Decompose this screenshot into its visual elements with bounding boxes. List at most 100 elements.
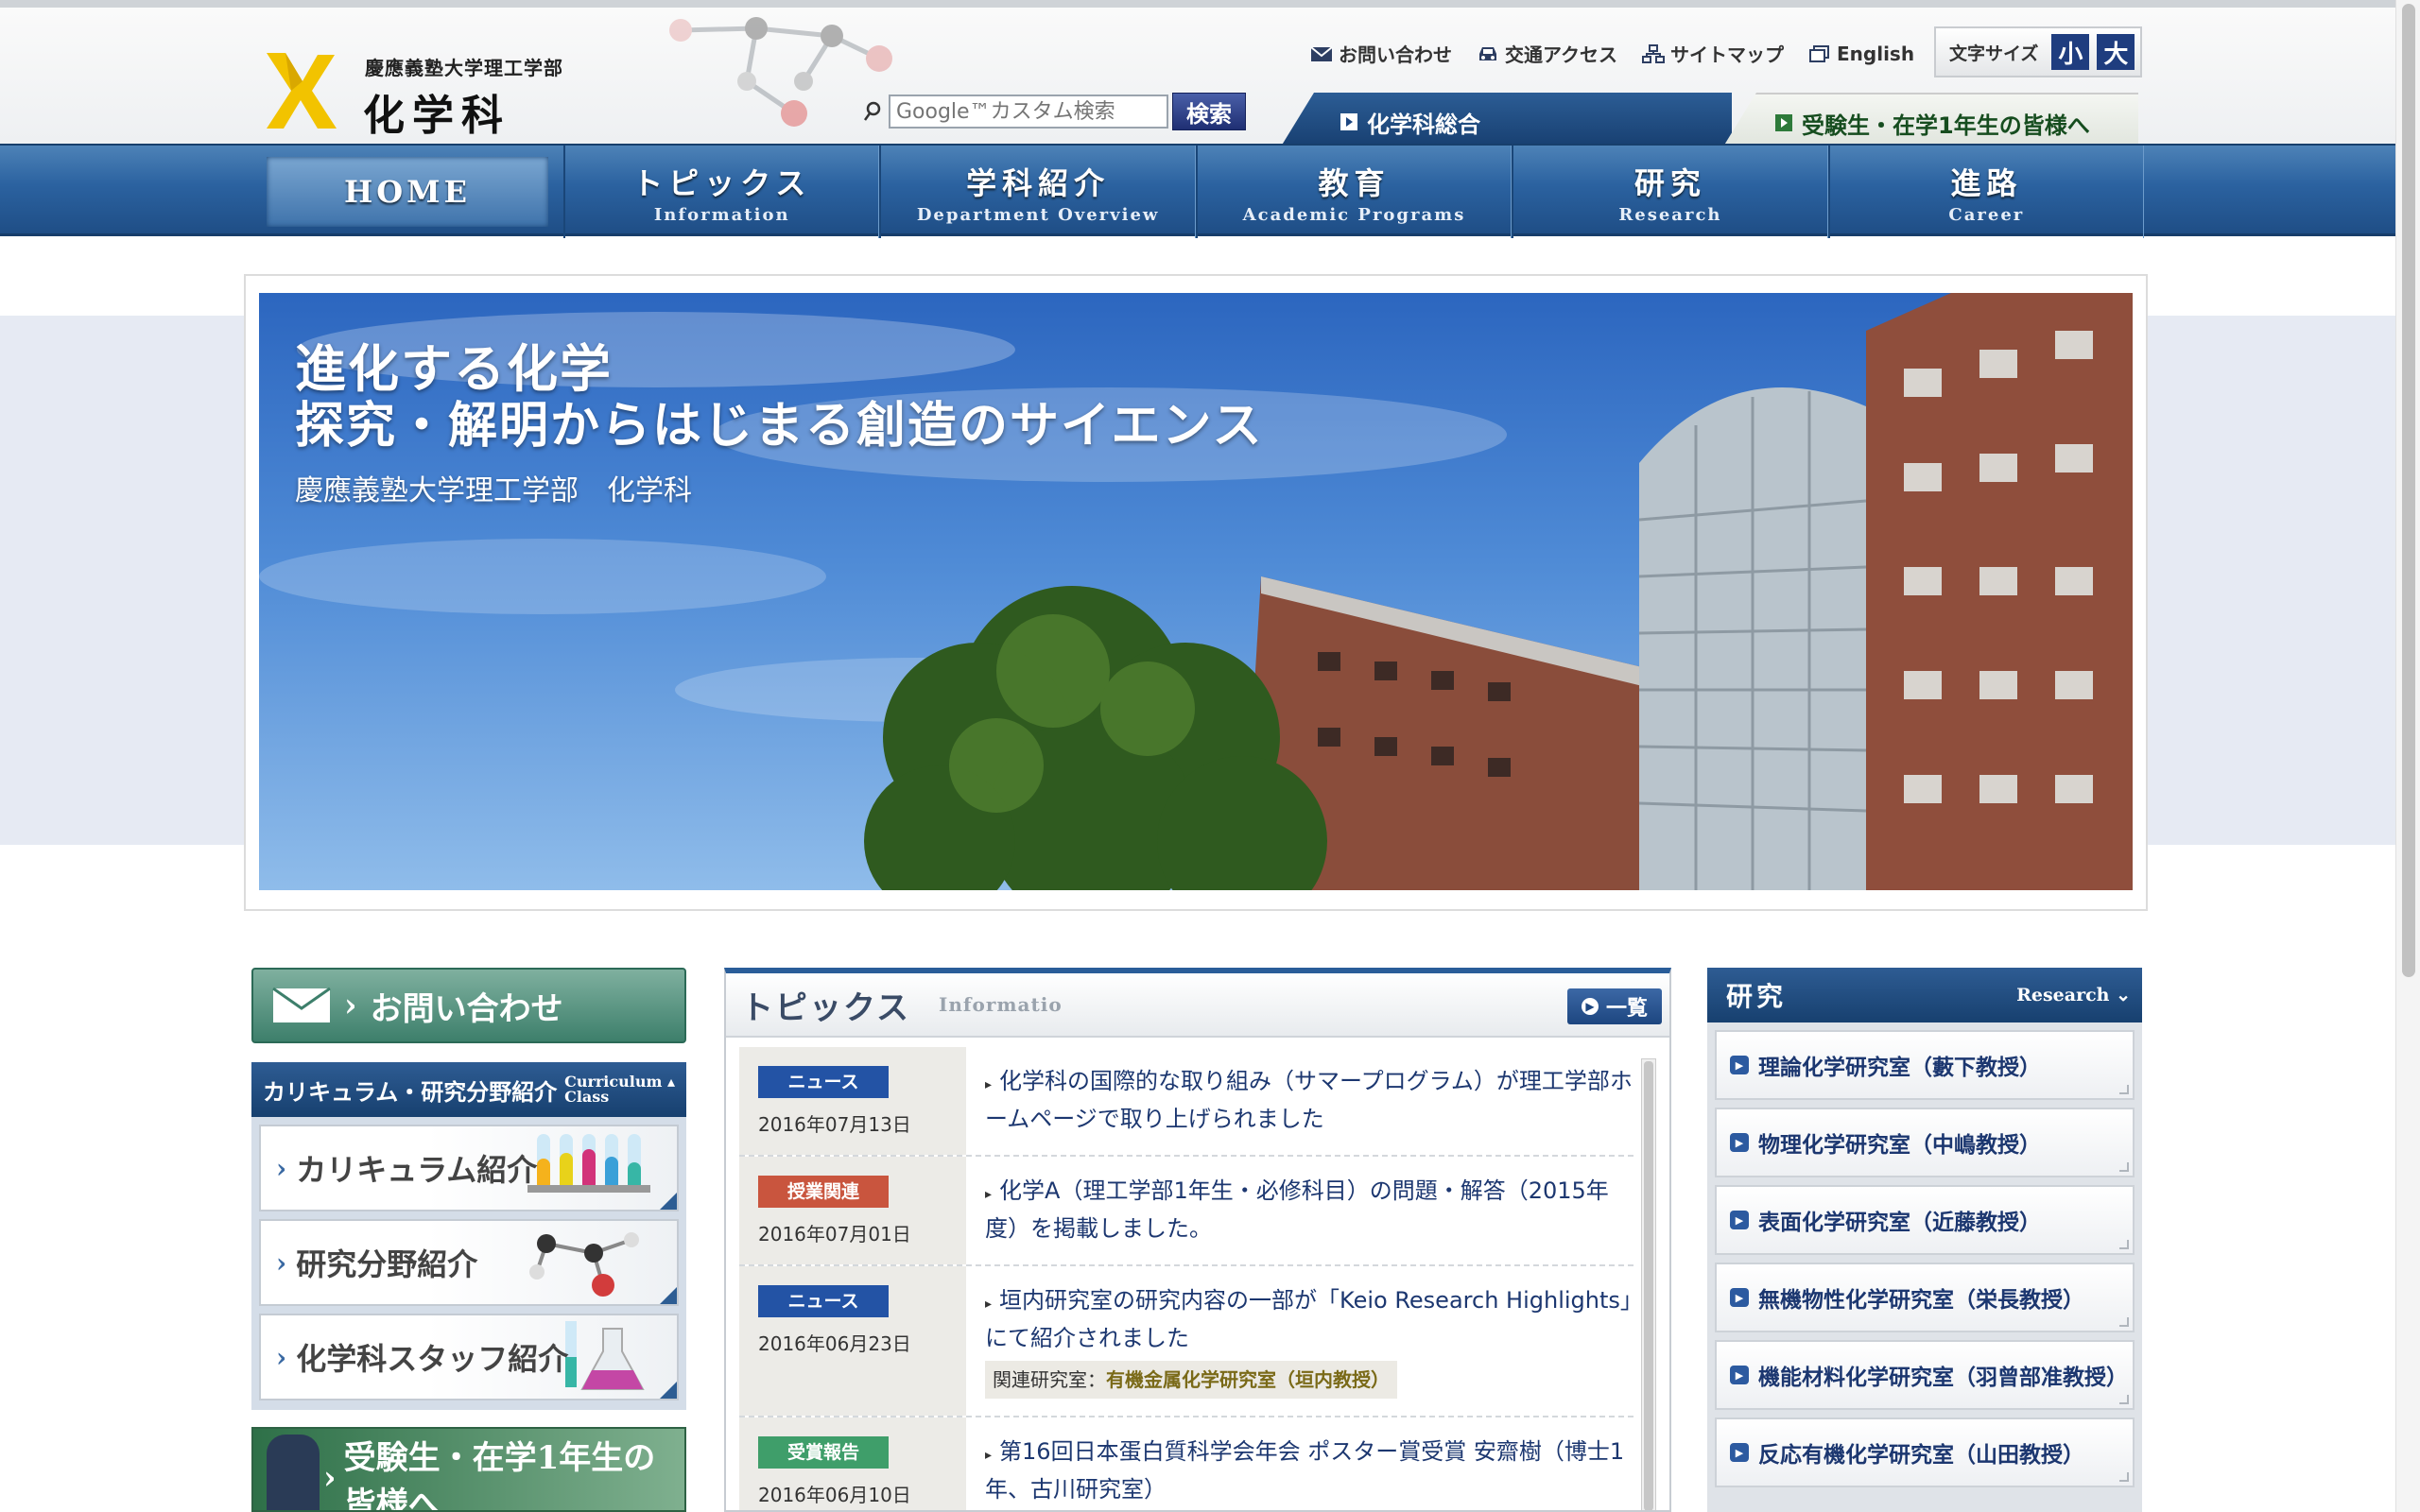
topic-row: ニュース 2016年06月23日 ▸ 垣内研究室の研究内容の一部が「Keio Re… <box>739 1266 1634 1418</box>
arrow-square-icon: ▶ <box>1730 1288 1749 1307</box>
topic-date: 2016年07月13日 <box>758 1113 911 1136</box>
bullet-icon: ▸ <box>985 1077 993 1092</box>
lab-name: 無機物性化学研究室（栄長教授） <box>1758 1288 2084 1313</box>
x-logo-icon <box>267 53 337 129</box>
util-link-label: サイトマップ <box>1670 43 1784 66</box>
nav-education[interactable]: 教育 Academic Programs <box>1195 146 1512 238</box>
util-link-sitemap[interactable]: サイトマップ <box>1642 40 1784 67</box>
lab-link[interactable]: ▶ 理論化学研究室（藪下教授） <box>1715 1030 2135 1100</box>
nav-home[interactable]: HOME <box>267 157 548 227</box>
nav-topics[interactable]: トピックス Information <box>563 146 880 238</box>
arrow-square-icon <box>1775 114 1792 131</box>
curriculum-heading: カリキュラム・研究分野紹介 Curriculum ▴ Class <box>251 1062 686 1117</box>
main-navigation: HOME トピックス Information 学科紹介 Department O… <box>0 144 2420 238</box>
tab-general[interactable]: 化学科総合 <box>1278 93 1732 151</box>
curriculum-item-research-fields[interactable]: › 研究分野紹介 <box>259 1219 679 1306</box>
topics-list: ニュース 2016年07月13日 ▸ 化学科の国際的な取り組み（サマープログラム）… <box>739 1047 1634 1510</box>
curriculum-item-curriculum[interactable]: › カリキュラム紹介 <box>259 1125 679 1211</box>
curriculum-heading-label: カリキュラム・研究分野紹介 <box>263 1077 558 1106</box>
topics-list-button[interactable]: ▶ 一覧 <box>1567 988 1662 1024</box>
sitemap-icon <box>1642 43 1665 63</box>
molecule-model-image <box>529 1232 639 1297</box>
related-lab-link[interactable]: 有機金属化学研究室（垣内教授） <box>1106 1368 1390 1391</box>
prospective-banner-label: 受験生・在学1年生の皆様へ <box>343 1439 656 1512</box>
curriculum-item-label: 化学科スタッフ紹介 <box>296 1341 569 1377</box>
related-lab-label: 関連研究室： <box>993 1368 1106 1391</box>
envelope-icon <box>272 988 331 1022</box>
nav-label: トピックス <box>632 164 812 201</box>
font-size-small-button[interactable]: 小 <box>2051 34 2090 70</box>
lab-link[interactable]: ▶ 無機物性化学研究室（栄長教授） <box>1715 1263 2135 1332</box>
curriculum-item-label: カリキュラム紹介 <box>296 1152 538 1188</box>
util-link-access[interactable]: 交通アクセス <box>1477 40 1617 67</box>
tab-prospective-label: 受験生・在学1年生の皆様へ <box>1802 112 2090 139</box>
nav-career[interactable]: 進路 Career <box>1827 146 2145 238</box>
nav-department[interactable]: 学科紹介 Department Overview <box>879 146 1196 238</box>
contact-button[interactable]: › お問い合わせ <box>251 968 686 1043</box>
page: 慶應義塾大学理工学部 化学科 検索 お問い合わせ <box>0 0 2420 1512</box>
lab-name: 機能材料化学研究室（羽曾部准教授） <box>1758 1366 2128 1390</box>
research-title-en[interactable]: Research ⌄ <box>2016 985 2131 1005</box>
nav-label: 研究 <box>1634 164 1706 201</box>
page-scrollbar-thumb[interactable] <box>2402 4 2415 977</box>
utility-links: お問い合わせ 交通アクセス サイトマップ English <box>1310 40 1914 67</box>
topic-content: ▸ 化学A（理工学部1年生・必修科目）の問題・解答（2015年度）を掲載しました。 <box>966 1157 1634 1264</box>
research-heading: 研究 Research ⌄ <box>1707 968 2142 1022</box>
topic-row: ニュース 2016年07月13日 ▸ 化学科の国際的な取り組み（サマープログラム）… <box>739 1047 1634 1157</box>
topic-link[interactable]: 垣内研究室の研究内容の一部が「Keio Research Highlights」… <box>985 1287 1632 1351</box>
topic-meta: 授業関連 2016年07月01日 <box>739 1157 966 1264</box>
nav-research[interactable]: 研究 Research <box>1512 146 1828 238</box>
lab-link[interactable]: ▶ 機能材料化学研究室（羽曾部准教授） <box>1715 1340 2135 1410</box>
util-link-label: English <box>1837 42 1915 65</box>
hero-subtitle: 慶應義塾大学理工学部 化学科 <box>295 474 692 507</box>
arrow-square-icon: ▶ <box>1730 1056 1749 1074</box>
chevron-right-icon: › <box>276 1341 287 1373</box>
topic-date: 2016年06月23日 <box>758 1332 911 1355</box>
corner-mark-icon <box>2119 1085 2129 1094</box>
util-link-contact[interactable]: お問い合わせ <box>1310 40 1452 67</box>
topic-meta: ニュース 2016年07月13日 <box>739 1047 966 1155</box>
category-badge: 受賞報告 <box>758 1436 889 1469</box>
util-link-label: 交通アクセス <box>1505 43 1617 66</box>
corner-mark-icon <box>2119 1162 2129 1172</box>
prospective-students-banner[interactable]: › 受験生・在学1年生の皆様へ <box>251 1427 686 1512</box>
topic-link[interactable]: 化学科の国際的な取り組み（サマープログラム）が理工学部ホームページで取り上げられ… <box>985 1068 1633 1132</box>
page-scrollbar[interactable] <box>2395 0 2420 1512</box>
lab-name: 表面化学研究室（近藤教授） <box>1758 1211 2041 1235</box>
font-size-large-button[interactable]: 大 <box>2097 34 2135 70</box>
curriculum-item-staff[interactable]: › 化学科スタッフ紹介 <box>259 1314 679 1400</box>
search-input[interactable] <box>889 94 1168 129</box>
nav-label: HOME <box>344 174 471 210</box>
category-badge: ニュース <box>758 1285 889 1317</box>
corner-mark-icon <box>2119 1317 2129 1327</box>
lab-name: 反応有機化学研究室（山田教授） <box>1758 1443 2084 1468</box>
lab-name: 物理化学研究室（中嶋教授） <box>1758 1133 2041 1158</box>
mail-icon <box>1310 45 1333 61</box>
topic-row: 授業関連 2016年07月01日 ▸ 化学A（理工学部1年生・必修科目）の問題・解… <box>739 1157 1634 1266</box>
font-size-label: 文字サイズ <box>1949 43 2039 64</box>
nav-label-en: Research <box>1618 204 1722 225</box>
lab-link[interactable]: ▶ 物理化学研究室（中嶋教授） <box>1715 1108 2135 1177</box>
curriculum-heading-en-line2: Class <box>564 1088 610 1106</box>
bullet-icon: ▸ <box>985 1187 993 1202</box>
search-button[interactable]: 検索 <box>1172 93 1246 130</box>
hero-tagline: 探究・解明からはじまる創造のサイエンス <box>295 397 1264 455</box>
nav-label-en: Career <box>1948 204 2025 225</box>
bullet-icon: ▸ <box>985 1297 993 1312</box>
corner-arrow-icon <box>660 1287 677 1304</box>
corner-mark-icon <box>2119 1472 2129 1482</box>
window-icon <box>1809 44 1829 62</box>
topic-link[interactable]: 化学A（理工学部1年生・必修科目）の問題・解答（2015年度）を掲載しました。 <box>985 1177 1609 1242</box>
lab-link[interactable]: ▶ 反応有機化学研究室（山田教授） <box>1715 1418 2135 1487</box>
lab-link[interactable]: ▶ 表面化学研究室（近藤教授） <box>1715 1185 2135 1255</box>
topics-title: トピックス <box>741 988 910 1027</box>
research-lab-list: ▶ 理論化学研究室（藪下教授） ▶ 物理化学研究室（中嶋教授） ▶ 表面化学研究室（近… <box>1707 1022 2142 1512</box>
topic-link[interactable]: 第16回日本蛋白質科学会年会 ポスター賞受賞 安齋樹（博士1年、古川研究室） <box>985 1438 1624 1503</box>
topics-scrollbar[interactable] <box>1641 1058 1656 1510</box>
site-logo[interactable]: 慶應義塾大学理工学部 化学科 <box>263 49 603 140</box>
corner-mark-icon <box>2119 1395 2129 1404</box>
category-badge: 授業関連 <box>758 1176 889 1208</box>
scrollbar-thumb[interactable] <box>1644 1061 1653 1510</box>
util-link-english[interactable]: English <box>1808 40 1914 67</box>
tab-prospective-students[interactable]: 受験生・在学1年生の皆様へ <box>1720 93 2138 151</box>
